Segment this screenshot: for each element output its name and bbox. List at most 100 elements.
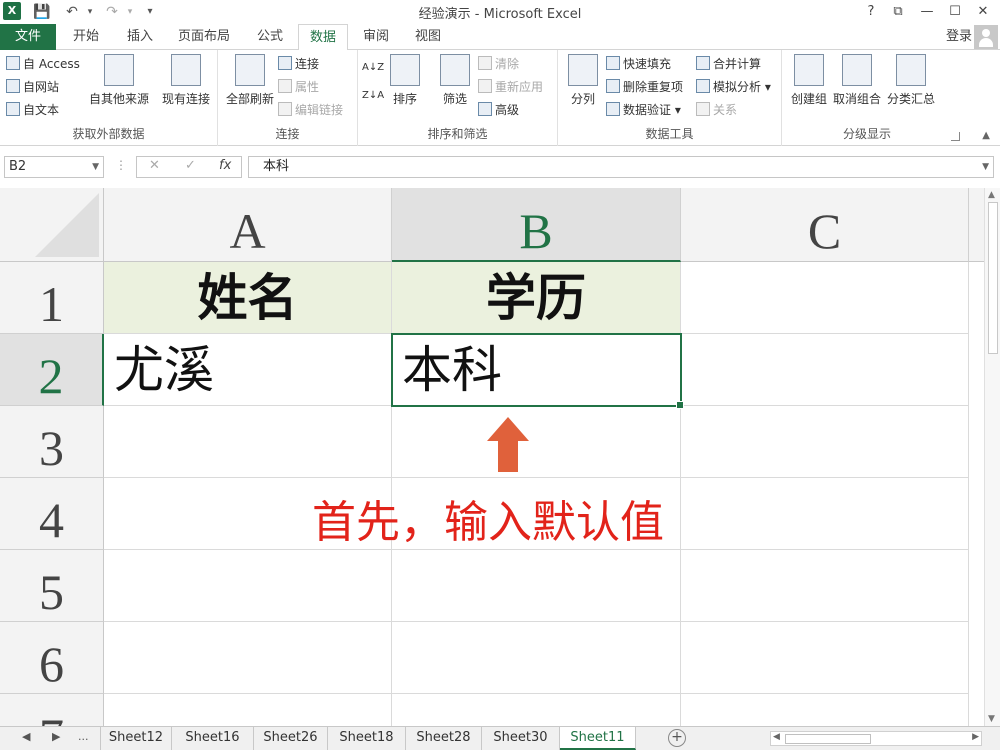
tab-file[interactable]: 文件 [0, 24, 56, 50]
sort-za-button[interactable]: Z↓A [362, 86, 384, 106]
sheet-tab-sheet26[interactable]: Sheet26 [254, 727, 328, 750]
vertical-scrollbar[interactable]: ▲ ▼ [984, 188, 1000, 726]
scroll-up-icon[interactable]: ▲ [988, 190, 995, 200]
advanced-filter-button[interactable]: 高级 [478, 100, 519, 120]
ribbon-display-button[interactable]: ⧉ [885, 1, 911, 23]
cell-b5[interactable] [392, 550, 681, 622]
column-header-b[interactable]: B [392, 188, 681, 262]
row-header-1[interactable]: 1 [0, 262, 104, 334]
from-text-button[interactable]: 自文本 [6, 100, 59, 120]
what-if-analysis-button[interactable]: 模拟分析 ▾ [696, 77, 771, 97]
cell-a5[interactable] [104, 550, 392, 622]
sheet-more-icon[interactable]: ... [78, 730, 89, 743]
sheet-prev-icon[interactable]: ◀ [22, 730, 30, 743]
cell-b3[interactable] [392, 406, 681, 478]
collapse-ribbon-icon[interactable]: ▲ [982, 130, 990, 141]
customize-toolbar-icon[interactable]: ▾ [140, 2, 160, 22]
name-box[interactable]: B2 ▼ [4, 156, 104, 178]
redo-icon[interactable]: ↷ [102, 2, 122, 22]
connections-button[interactable]: 连接 [278, 54, 319, 74]
sheet-tab-sheet30[interactable]: Sheet30 [482, 727, 560, 750]
cell-c3[interactable] [681, 406, 969, 478]
tab-home[interactable]: 开始 [64, 24, 108, 50]
column-header-a[interactable]: A [104, 188, 392, 262]
redo-dropdown-icon[interactable]: ▾ [120, 2, 140, 22]
sign-in-link[interactable]: 登录 [946, 24, 972, 50]
from-access-button[interactable]: 自 Access [6, 54, 80, 74]
remove-duplicates-button[interactable]: 删除重复项 [606, 77, 683, 97]
column-header-d[interactable] [969, 188, 984, 262]
tab-review[interactable]: 审阅 [354, 24, 398, 50]
data-validation-button[interactable]: 数据验证 ▾ [606, 100, 681, 120]
filter-button[interactable]: 筛选 [438, 54, 472, 107]
undo-dropdown-icon[interactable]: ▾ [80, 2, 100, 22]
cell-b2[interactable]: 本科 [392, 334, 681, 406]
cell-b1[interactable]: 学历 [392, 262, 681, 334]
avatar-icon[interactable] [974, 25, 998, 49]
cell-b7[interactable] [392, 694, 681, 726]
refresh-all-button[interactable]: 全部刷新 [222, 54, 278, 107]
row-header-3[interactable]: 3 [0, 406, 104, 478]
sort-az-button[interactable]: A↓Z [362, 58, 384, 78]
tab-page-layout[interactable]: 页面布局 [172, 24, 236, 50]
cell-c2[interactable] [681, 334, 969, 406]
row-header-2[interactable]: 2 [0, 334, 104, 406]
formula-input[interactable]: 本科 ▼ [248, 156, 994, 178]
from-web-button[interactable]: 自网站 [6, 77, 59, 97]
vertical-scroll-thumb[interactable] [988, 202, 998, 354]
sort-button[interactable]: 排序 [388, 54, 422, 107]
select-all-button[interactable] [0, 188, 104, 262]
row-header-7[interactable]: 7 [0, 694, 104, 726]
scroll-left-icon[interactable]: ◀ [773, 732, 780, 742]
tab-view[interactable]: 视图 [406, 24, 450, 50]
scroll-right-icon[interactable]: ▶ [972, 732, 979, 742]
reapply-button[interactable]: 重新应用 [478, 77, 543, 97]
edit-links-button[interactable]: 编辑链接 [278, 100, 343, 120]
cell-a2[interactable]: 尤溪 [104, 334, 392, 406]
sheet-tab-sheet12[interactable]: Sheet12 [100, 727, 172, 750]
column-header-c[interactable]: C [681, 188, 969, 262]
cell-c1[interactable] [681, 262, 969, 334]
horizontal-scrollbar[interactable]: ◀ ▶ [770, 731, 982, 746]
scroll-down-icon[interactable]: ▼ [988, 714, 995, 724]
tab-insert[interactable]: 插入 [118, 24, 162, 50]
row-header-4[interactable]: 4 [0, 478, 104, 550]
close-button[interactable]: ✕ [970, 1, 996, 23]
sheet-tab-sheet11[interactable]: Sheet11 [560, 727, 636, 750]
row-header-5[interactable]: 5 [0, 550, 104, 622]
cell-c4[interactable] [681, 478, 969, 550]
enter-icon[interactable]: ✓ [185, 158, 196, 173]
group-button[interactable]: 创建组 [788, 54, 830, 107]
tab-formulas[interactable]: 公式 [248, 24, 292, 50]
expand-formula-icon[interactable]: ▼ [982, 157, 989, 177]
sheet-next-icon[interactable]: ▶ [52, 730, 60, 743]
chevron-down-icon[interactable]: ▼ [92, 157, 99, 177]
relationships-button[interactable]: 关系 [696, 100, 737, 120]
minimize-button[interactable]: — [914, 1, 940, 23]
flash-fill-button[interactable]: 快速填充 [606, 54, 671, 74]
sheet-tab-sheet18[interactable]: Sheet18 [328, 727, 406, 750]
help-button[interactable]: ? [858, 1, 884, 23]
ungroup-button[interactable]: 取消组合 [832, 54, 882, 107]
subtotal-button[interactable]: 分类汇总 [886, 54, 936, 107]
cancel-icon[interactable]: ✕ [149, 158, 160, 173]
insert-function-icon[interactable]: fx [219, 158, 231, 173]
tab-data[interactable]: 数据 [298, 24, 348, 51]
cell-c5[interactable] [681, 550, 969, 622]
clear-filter-button[interactable]: 清除 [478, 54, 519, 74]
cell-a6[interactable] [104, 622, 392, 694]
horizontal-scroll-thumb[interactable] [785, 734, 871, 744]
properties-button[interactable]: 属性 [278, 77, 319, 97]
cell-a3[interactable] [104, 406, 392, 478]
cell-a1[interactable]: 姓名 [104, 262, 392, 334]
cell-b6[interactable] [392, 622, 681, 694]
cell-a7[interactable] [104, 694, 392, 726]
dialog-launcher-icon[interactable] [951, 132, 960, 141]
cell-c7[interactable] [681, 694, 969, 726]
sheet-tab-sheet28[interactable]: Sheet28 [406, 727, 482, 750]
cell-c6[interactable] [681, 622, 969, 694]
undo-icon[interactable]: ↶ [62, 2, 82, 22]
row-header-6[interactable]: 6 [0, 622, 104, 694]
consolidate-button[interactable]: 合并计算 [696, 54, 761, 74]
text-to-columns-button[interactable]: 分列 [566, 54, 600, 107]
